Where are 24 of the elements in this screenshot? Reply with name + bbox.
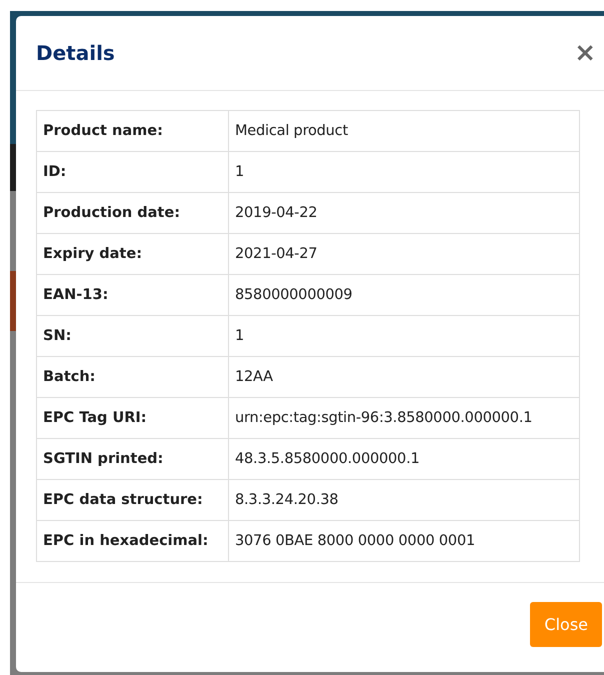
field-label: Batch: [36, 356, 228, 398]
field-value: Medical product [228, 110, 580, 152]
field-value: 12AA [228, 356, 580, 398]
field-value: 8580000000009 [228, 274, 580, 316]
field-value: 1 [228, 152, 580, 192]
field-value: urn:epc:tag:sgtin-96:3.8580000.000000.1 [228, 398, 580, 438]
field-value: 2021-04-27 [228, 234, 580, 274]
field-label: EPC in hexadecimal: [36, 520, 228, 562]
field-label: SGTIN printed: [36, 438, 228, 480]
field-label: ID: [36, 152, 228, 192]
field-label: SN: [36, 316, 228, 356]
field-label: EPC Tag URI: [36, 398, 228, 438]
field-value: 1 [228, 316, 580, 356]
close-button[interactable]: × [572, 40, 598, 66]
field-label: Product name: [36, 110, 228, 152]
field-value: 8.3.3.24.20.38 [228, 480, 580, 520]
field-label: Expiry date: [36, 234, 228, 274]
field-value: 48.3.5.8580000.000000.1 [228, 438, 580, 480]
field-label: Production date: [36, 192, 228, 234]
field-value: 3076 0BAE 8000 0000 0000 0001 [228, 520, 580, 562]
field-label: EPC data structure: [36, 480, 228, 520]
field-label: EAN-13: [36, 274, 228, 316]
field-value: 2019-04-22 [228, 192, 580, 234]
dialog-title: Details [36, 41, 115, 65]
